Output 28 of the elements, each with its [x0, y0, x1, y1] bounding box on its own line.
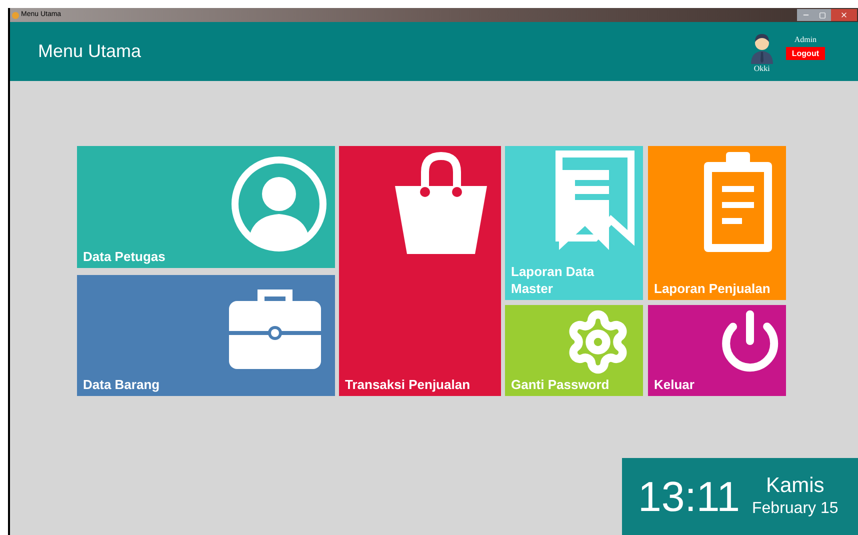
menu-tile[interactable]: Keluar — [648, 305, 786, 396]
logout-button[interactable]: Logout — [786, 47, 825, 60]
maximize-icon — [819, 12, 826, 18]
tile-label: Data Barang — [83, 376, 160, 393]
close-icon — [840, 11, 848, 19]
person-icon — [231, 154, 327, 254]
tile-label: Laporan Data Master — [511, 263, 596, 297]
clock-time: 13:11 — [638, 472, 740, 520]
user-avatar-icon — [750, 32, 774, 64]
user-role: Admin — [794, 35, 817, 45]
tile-label: Keluar — [654, 376, 694, 393]
minimize-button[interactable] — [797, 9, 814, 21]
clock-date: February 15 — [752, 498, 838, 518]
close-button[interactable] — [831, 9, 857, 21]
maximize-button[interactable] — [814, 9, 831, 21]
menu-tile[interactable]: Data Petugas — [77, 146, 335, 268]
menu-tile[interactable]: Transaksi Penjualan — [339, 146, 501, 396]
clock-day: Kamis — [766, 474, 824, 498]
tile-label: Ganti Password — [511, 376, 610, 393]
menu-tile[interactable]: Laporan Penjualan — [648, 146, 786, 300]
tile-label: Data Petugas — [83, 248, 166, 265]
tile-label: Transaksi Penjualan — [345, 376, 470, 393]
menu-tile[interactable]: Data Barang — [77, 275, 335, 396]
app-icon — [12, 12, 19, 18]
briefcase-icon — [227, 287, 323, 371]
user-name: Okki — [754, 64, 770, 74]
header-title: Menu Utama — [38, 40, 142, 63]
tile-label: Laporan Penjualan — [654, 280, 770, 297]
